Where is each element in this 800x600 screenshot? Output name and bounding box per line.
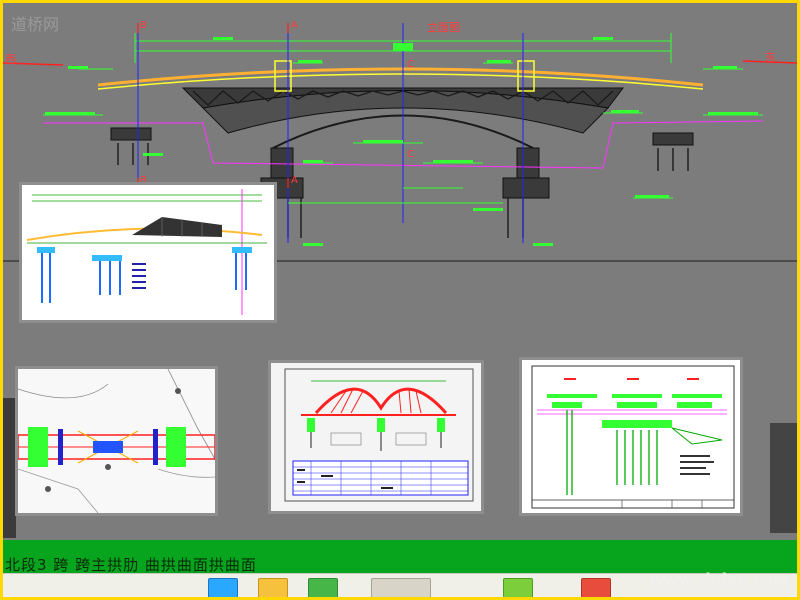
- taskbar-folder-icon[interactable]: [258, 578, 288, 597]
- thumbnail-plan-view[interactable]: [18, 369, 215, 513]
- watermark-top-left: 道桥网: [11, 15, 60, 34]
- section-mark-c: C: [407, 59, 414, 70]
- taskbar-tool-icon[interactable]: [503, 578, 533, 597]
- section-mark-c-lower: C: [407, 149, 414, 160]
- section-mark-b: B: [140, 20, 147, 31]
- taskbar-media-icon[interactable]: [371, 578, 431, 597]
- right-panel-edge: [770, 423, 797, 533]
- cad-viewer-canvas: 道桥网 立面图 B A C C B A 西 东 北段3 跨 跨主拱肋 曲拱曲面拱…: [3, 3, 797, 597]
- elevation-overview-drawing: [26, 189, 267, 315]
- taskbar-app-icon[interactable]: [208, 578, 238, 597]
- watermark-site: www.chdao.com: [649, 570, 789, 590]
- taskbar-paint-icon[interactable]: [581, 578, 611, 597]
- cross-section-drawing: [531, 365, 735, 509]
- left-panel-edge: [3, 398, 16, 538]
- section-mark-a: A: [291, 20, 298, 31]
- bottom-banner-text: 北段3 跨 跨主拱肋 曲拱曲面拱曲面: [5, 556, 257, 574]
- thumbnail-arch-rib[interactable]: [271, 363, 481, 511]
- arch-rib-elevation-drawing: [284, 368, 474, 502]
- thumbnail-cross-section[interactable]: [522, 360, 740, 513]
- direction-east: 东: [765, 51, 776, 64]
- plan-view-drawing: [18, 369, 215, 513]
- direction-west: 西: [5, 53, 16, 66]
- section-mark-a-lower: A: [291, 175, 298, 186]
- taskbar-browser-icon[interactable]: [308, 578, 338, 597]
- elevation-title: 立面图: [427, 21, 460, 34]
- thumbnail-elevation-overview[interactable]: [22, 185, 274, 320]
